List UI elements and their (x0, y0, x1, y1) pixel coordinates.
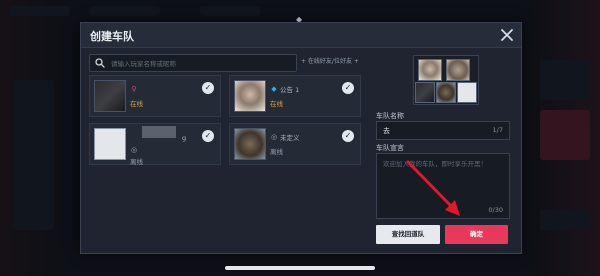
friend-name: 公告 1 (280, 86, 300, 94)
avatar (94, 80, 126, 112)
team-name-label: 车队名称 (376, 112, 404, 120)
friend-name: g (182, 134, 187, 142)
search-input[interactable]: 请输入玩家名称或昵称 (89, 54, 297, 72)
checkmark-icon[interactable]: ✓ (342, 130, 354, 142)
member-avatar (446, 59, 470, 81)
checkmark-icon[interactable]: ✓ (202, 82, 214, 94)
gender-female-icon: ♀ (131, 85, 137, 93)
confirm-button[interactable]: 确定 (445, 225, 508, 244)
team-name-count: 1/7 (492, 126, 503, 134)
member-avatar (457, 82, 477, 103)
checkmark-icon[interactable]: ✓ (342, 82, 354, 94)
friend-card[interactable]: ♀ 在线 ✓ (89, 75, 221, 117)
friend-status: 离线 (270, 148, 283, 156)
team-name-input[interactable]: 去 1/7 (376, 121, 510, 140)
redacted-name (142, 126, 176, 138)
team-name-value: 去 (383, 127, 390, 135)
friend-filter-toggle[interactable]: + 在线好友/位好友 + (301, 56, 359, 68)
dialog-header: 创建车队 (81, 23, 521, 48)
team-members-preview (413, 55, 479, 105)
friend-status: 离线 (130, 158, 143, 166)
checkmark-icon[interactable]: ✓ (202, 130, 214, 142)
search-placeholder: 请输入玩家名称或昵称 (111, 60, 176, 68)
friend-card[interactable]: ◆ 公告 1 在线 ✓ (229, 75, 361, 117)
member-avatar (418, 59, 442, 81)
member-avatar (436, 82, 456, 103)
rank-icon: ◆ (271, 85, 277, 93)
declaration-count: 0/30 (488, 206, 503, 214)
status-circle-icon: ◎ (130, 146, 138, 154)
avatar (94, 128, 126, 160)
dialog-title: 创建车队 (90, 30, 134, 43)
create-team-dialog: 创建车队 请输入玩家名称或昵称 + 在线好友/位好友 + ♀ 在线 ✓ ◆ 公告… (80, 22, 522, 254)
declaration-label: 车队宣言 (376, 144, 404, 152)
avatar (234, 128, 266, 160)
friend-status: 在线 (130, 100, 143, 108)
friend-card[interactable]: ◎ 未定义 离线 ✓ (229, 123, 361, 165)
avatar (234, 80, 266, 112)
search-icon (95, 58, 105, 68)
close-icon[interactable] (499, 27, 515, 43)
declaration-placeholder: 欢迎加入我的车队，即时享乐开黑！ (383, 160, 487, 168)
search-team-button[interactable]: 查找回道队 (376, 225, 440, 244)
home-indicator[interactable] (225, 266, 375, 270)
declaration-textarea[interactable]: 欢迎加入我的车队，即时享乐开黑！ 0/30 (376, 153, 510, 219)
friend-card[interactable]: ◎ g 离线 ✓ (89, 123, 221, 166)
member-avatar (415, 82, 435, 103)
friend-name: 未定义 (280, 134, 300, 142)
friend-status: 在线 (270, 100, 283, 108)
close-icon-graphic (501, 29, 513, 41)
status-circle-icon: ◎ (270, 133, 278, 141)
